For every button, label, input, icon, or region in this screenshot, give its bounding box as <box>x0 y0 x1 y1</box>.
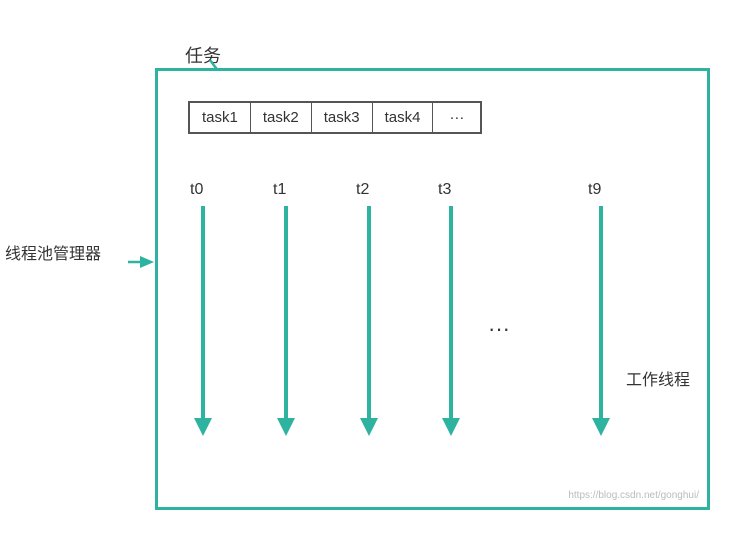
task-cell-dots: ··· <box>433 103 480 132</box>
thread-label-t9: t9 <box>588 181 601 199</box>
arrow-t0 <box>194 206 212 436</box>
thread-label-t2: t2 <box>356 181 369 199</box>
arrow-t9 <box>592 206 610 436</box>
worker-label: 工作线程 <box>626 366 690 390</box>
manager-arrow-icon <box>128 252 158 272</box>
arrow-t1 <box>277 206 295 436</box>
thread-label-t0: t0 <box>190 181 203 199</box>
arrow-t2 <box>360 206 378 436</box>
task-cell-3: task3 <box>312 103 373 132</box>
task-cell-2: task2 <box>251 103 312 132</box>
thread-label-t3: t3 <box>438 181 451 199</box>
arrow-t3 <box>442 206 460 436</box>
main-box: task1 task2 task3 task4 ··· t0 t1 t2 t3 … <box>155 68 710 510</box>
watermark: https://blog.csdn.net/gonghui/ <box>568 490 699 501</box>
task-cell-4: task4 <box>373 103 434 132</box>
thread-label-t1: t1 <box>273 181 286 199</box>
task-queue: task1 task2 task3 task4 ··· <box>188 101 482 134</box>
manager-label: 线程池管理器 <box>5 240 101 264</box>
thread-dots: ··· <box>488 316 510 342</box>
task-cell-1: task1 <box>190 103 251 132</box>
